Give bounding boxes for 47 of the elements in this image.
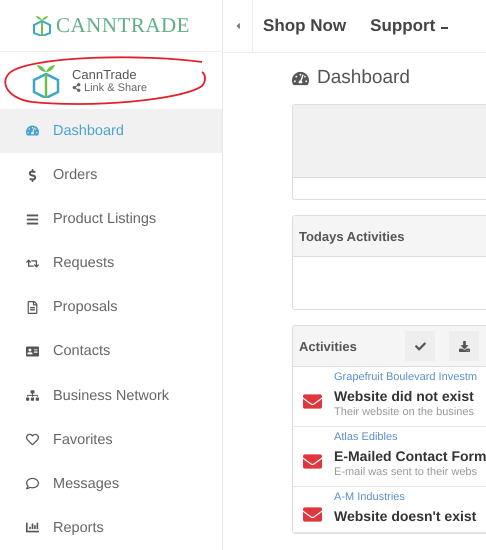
gauge-icon: [26, 124, 39, 138]
sidebar-item[interactable]: Requests: [0, 241, 222, 286]
envelope-icon: [303, 452, 322, 471]
company-link[interactable]: Atlas Edibles: [334, 431, 486, 443]
sidebar-item[interactable]: Proposals: [0, 285, 222, 330]
sidebar-item[interactable]: Orders: [0, 152, 222, 198]
activity-description: Their website on the busines: [334, 406, 476, 418]
page-title: Dashboard: [292, 67, 486, 89]
logo-text: CANNTRADE: [56, 12, 190, 38]
company-link[interactable]: Grapefruit Boulevard Investm: [334, 371, 478, 383]
check-button[interactable]: [405, 331, 435, 361]
share-link[interactable]: Link & Share: [72, 82, 147, 94]
bar-chart-icon: [26, 521, 39, 534]
panel-title: Activities: [299, 338, 358, 354]
envelope-icon: [303, 392, 322, 411]
avatar-logo: [32, 62, 60, 98]
share-icon: [72, 83, 81, 92]
dollar-icon: [26, 168, 39, 182]
download-button[interactable]: [449, 331, 479, 361]
panel-title: Todays Activities: [299, 228, 404, 244]
sidebar-item[interactable]: Contacts: [0, 329, 222, 374]
company-link[interactable]: A-M Industries: [334, 491, 476, 503]
activity-title: Website doesn't exist: [334, 508, 476, 524]
chat-icon: [26, 477, 39, 490]
download-icon: [458, 340, 470, 352]
list-icon: [26, 212, 39, 226]
arrows-icon: [26, 256, 39, 270]
heart-icon: [26, 433, 39, 446]
caret-icon: [441, 26, 448, 28]
sitemap-icon: [26, 389, 39, 402]
logo-icon: [32, 14, 52, 36]
document-icon: [26, 300, 39, 314]
sidebar-item[interactable]: Messages: [0, 462, 222, 506]
sidebar-item[interactable]: Business Network: [0, 374, 222, 418]
check-icon: [414, 340, 426, 352]
sidebar-item[interactable]: Reports: [0, 506, 222, 550]
profile-name: CannTrade: [72, 66, 138, 82]
envelope-icon: [303, 505, 322, 524]
activity-title: E-Mailed Contact Form: [334, 448, 486, 464]
nav-link[interactable]: Shop Now: [263, 16, 346, 36]
activity-title: Website did not exist: [334, 388, 475, 404]
nav-link[interactable]: Support: [370, 16, 448, 36]
contact-card-icon: [26, 344, 39, 358]
gauge-icon: [292, 70, 309, 86]
sidebar-item[interactable]: Favorites: [0, 418, 222, 462]
sidebar-item[interactable]: Product Listings: [0, 197, 222, 242]
activity-description: E-mail was sent to their webs: [334, 466, 478, 478]
